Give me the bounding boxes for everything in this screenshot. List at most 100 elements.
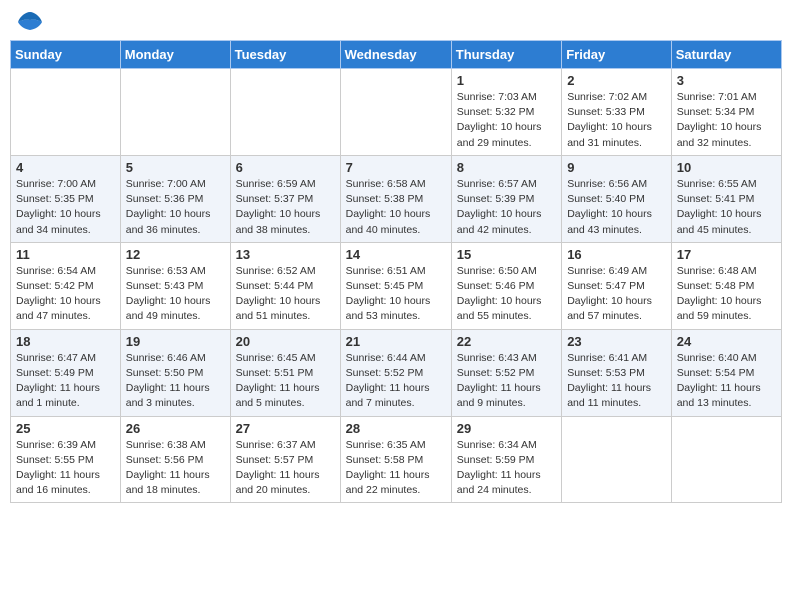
calendar-cell: 16 Sunrise: 6:49 AM Sunset: 5:47 PM Dayli…	[562, 242, 672, 329]
calendar-cell	[120, 69, 230, 156]
calendar-header-row: SundayMondayTuesdayWednesdayThursdayFrid…	[11, 41, 782, 69]
day-info: Sunrise: 6:41 AM Sunset: 5:53 PM Dayligh…	[567, 351, 666, 412]
day-number: 2	[567, 73, 666, 88]
calendar-header-friday: Friday	[562, 41, 672, 69]
day-info: Sunrise: 6:44 AM Sunset: 5:52 PM Dayligh…	[346, 351, 446, 412]
calendar-cell: 5Sunrise: 7:00 AM Sunset: 5:36 PM Daylig…	[120, 155, 230, 242]
day-number: 21	[346, 334, 446, 349]
calendar-cell: 24 Sunrise: 6:40 AM Sunset: 5:54 PM Dayli…	[671, 329, 781, 416]
day-number: 11	[16, 247, 115, 262]
calendar-week-2: 4 Sunrise: 7:00 AM Sunset: 5:35 PM Daylig…	[11, 155, 782, 242]
day-info: Sunrise: 6:48 AM Sunset: 5:48 PM Dayligh…	[677, 264, 776, 325]
calendar-cell: 26Sunrise: 6:38 AM Sunset: 5:56 PM Dayli…	[120, 416, 230, 503]
day-info: Sunrise: 7:01 AM Sunset: 5:34 PM Dayligh…	[677, 90, 776, 151]
day-info: Sunrise: 6:51 AM Sunset: 5:45 PM Dayligh…	[346, 264, 446, 325]
day-info: Sunrise: 6:49 AM Sunset: 5:47 PM Dayligh…	[567, 264, 666, 325]
logo-bird-icon	[16, 10, 44, 32]
day-info: Sunrise: 7:02 AM Sunset: 5:33 PM Dayligh…	[567, 90, 666, 151]
calendar-cell: 10 Sunrise: 6:55 AM Sunset: 5:41 PM Dayli…	[671, 155, 781, 242]
calendar-cell: 19 Sunrise: 6:46 AM Sunset: 5:50 PM Dayli…	[120, 329, 230, 416]
day-number: 22	[457, 334, 556, 349]
day-info: Sunrise: 6:37 AM Sunset: 5:57 PM Dayligh…	[236, 438, 335, 499]
calendar-cell: 21 Sunrise: 6:44 AM Sunset: 5:52 PM Dayli…	[340, 329, 451, 416]
calendar-week-4: 18 Sunrise: 6:47 AM Sunset: 5:49 PM Dayli…	[11, 329, 782, 416]
calendar-header-monday: Monday	[120, 41, 230, 69]
calendar-cell: 8Sunrise: 6:57 AM Sunset: 5:39 PM Daylig…	[451, 155, 561, 242]
day-info: Sunrise: 7:03 AM Sunset: 5:32 PM Dayligh…	[457, 90, 556, 151]
header	[10, 10, 782, 32]
calendar-cell: 29Sunrise: 6:34 AM Sunset: 5:59 PM Dayli…	[451, 416, 561, 503]
day-info: Sunrise: 6:59 AM Sunset: 5:37 PM Dayligh…	[236, 177, 335, 238]
calendar-header-sunday: Sunday	[11, 41, 121, 69]
day-number: 16	[567, 247, 666, 262]
calendar-cell: 1 Sunrise: 7:03 AM Sunset: 5:32 PM Daylig…	[451, 69, 561, 156]
day-number: 20	[236, 334, 335, 349]
day-number: 1	[457, 73, 556, 88]
calendar-cell: 27 Sunrise: 6:37 AM Sunset: 5:57 PM Dayli…	[230, 416, 340, 503]
calendar: SundayMondayTuesdayWednesdayThursdayFrid…	[10, 40, 782, 503]
day-number: 24	[677, 334, 776, 349]
day-info: Sunrise: 6:38 AM Sunset: 5:56 PM Dayligh…	[126, 438, 225, 499]
day-info: Sunrise: 6:40 AM Sunset: 5:54 PM Dayligh…	[677, 351, 776, 412]
calendar-cell: 12 Sunrise: 6:53 AM Sunset: 5:43 PM Dayli…	[120, 242, 230, 329]
day-number: 12	[126, 247, 225, 262]
day-number: 10	[677, 160, 776, 175]
calendar-cell	[230, 69, 340, 156]
calendar-cell: 13 Sunrise: 6:52 AM Sunset: 5:44 PM Dayli…	[230, 242, 340, 329]
day-info: Sunrise: 6:53 AM Sunset: 5:43 PM Dayligh…	[126, 264, 225, 325]
calendar-cell: 14 Sunrise: 6:51 AM Sunset: 5:45 PM Dayli…	[340, 242, 451, 329]
calendar-week-5: 25 Sunrise: 6:39 AM Sunset: 5:55 PM Dayli…	[11, 416, 782, 503]
calendar-header-saturday: Saturday	[671, 41, 781, 69]
calendar-header-thursday: Thursday	[451, 41, 561, 69]
calendar-cell: 22 Sunrise: 6:43 AM Sunset: 5:52 PM Dayli…	[451, 329, 561, 416]
day-number: 7	[346, 160, 446, 175]
day-info: Sunrise: 6:56 AM Sunset: 5:40 PM Dayligh…	[567, 177, 666, 238]
day-number: 3	[677, 73, 776, 88]
day-number: 19	[126, 334, 225, 349]
day-number: 27	[236, 421, 335, 436]
calendar-cell: 4 Sunrise: 7:00 AM Sunset: 5:35 PM Daylig…	[11, 155, 121, 242]
day-info: Sunrise: 6:35 AM Sunset: 5:58 PM Dayligh…	[346, 438, 446, 499]
day-number: 17	[677, 247, 776, 262]
calendar-cell	[562, 416, 672, 503]
day-info: Sunrise: 6:54 AM Sunset: 5:42 PM Dayligh…	[16, 264, 115, 325]
day-info: Sunrise: 6:43 AM Sunset: 5:52 PM Dayligh…	[457, 351, 556, 412]
day-info: Sunrise: 6:46 AM Sunset: 5:50 PM Dayligh…	[126, 351, 225, 412]
day-number: 18	[16, 334, 115, 349]
day-number: 14	[346, 247, 446, 262]
day-number: 29	[457, 421, 556, 436]
calendar-cell: 17 Sunrise: 6:48 AM Sunset: 5:48 PM Dayli…	[671, 242, 781, 329]
calendar-cell	[340, 69, 451, 156]
calendar-header-tuesday: Tuesday	[230, 41, 340, 69]
day-number: 28	[346, 421, 446, 436]
calendar-header-wednesday: Wednesday	[340, 41, 451, 69]
calendar-cell: 28 Sunrise: 6:35 AM Sunset: 5:58 PM Dayli…	[340, 416, 451, 503]
day-number: 6	[236, 160, 335, 175]
calendar-cell: 6 Sunrise: 6:59 AM Sunset: 5:37 PM Daylig…	[230, 155, 340, 242]
calendar-cell: 23Sunrise: 6:41 AM Sunset: 5:53 PM Dayli…	[562, 329, 672, 416]
day-info: Sunrise: 6:52 AM Sunset: 5:44 PM Dayligh…	[236, 264, 335, 325]
day-info: Sunrise: 6:55 AM Sunset: 5:41 PM Dayligh…	[677, 177, 776, 238]
calendar-cell: 2 Sunrise: 7:02 AM Sunset: 5:33 PM Daylig…	[562, 69, 672, 156]
day-info: Sunrise: 6:50 AM Sunset: 5:46 PM Dayligh…	[457, 264, 556, 325]
day-number: 9	[567, 160, 666, 175]
day-info: Sunrise: 6:47 AM Sunset: 5:49 PM Dayligh…	[16, 351, 115, 412]
calendar-cell	[671, 416, 781, 503]
day-info: Sunrise: 6:39 AM Sunset: 5:55 PM Dayligh…	[16, 438, 115, 499]
calendar-cell: 25 Sunrise: 6:39 AM Sunset: 5:55 PM Dayli…	[11, 416, 121, 503]
day-number: 5	[126, 160, 225, 175]
day-number: 4	[16, 160, 115, 175]
day-info: Sunrise: 6:45 AM Sunset: 5:51 PM Dayligh…	[236, 351, 335, 412]
calendar-cell	[11, 69, 121, 156]
calendar-cell: 18 Sunrise: 6:47 AM Sunset: 5:49 PM Dayli…	[11, 329, 121, 416]
calendar-cell: 11 Sunrise: 6:54 AM Sunset: 5:42 PM Dayli…	[11, 242, 121, 329]
calendar-cell: 15 Sunrise: 6:50 AM Sunset: 5:46 PM Dayli…	[451, 242, 561, 329]
day-number: 15	[457, 247, 556, 262]
day-info: Sunrise: 7:00 AM Sunset: 5:35 PM Dayligh…	[16, 177, 115, 238]
day-info: Sunrise: 6:58 AM Sunset: 5:38 PM Dayligh…	[346, 177, 446, 238]
calendar-cell: 9 Sunrise: 6:56 AM Sunset: 5:40 PM Daylig…	[562, 155, 672, 242]
day-number: 13	[236, 247, 335, 262]
day-number: 8	[457, 160, 556, 175]
day-number: 25	[16, 421, 115, 436]
logo	[14, 10, 44, 32]
